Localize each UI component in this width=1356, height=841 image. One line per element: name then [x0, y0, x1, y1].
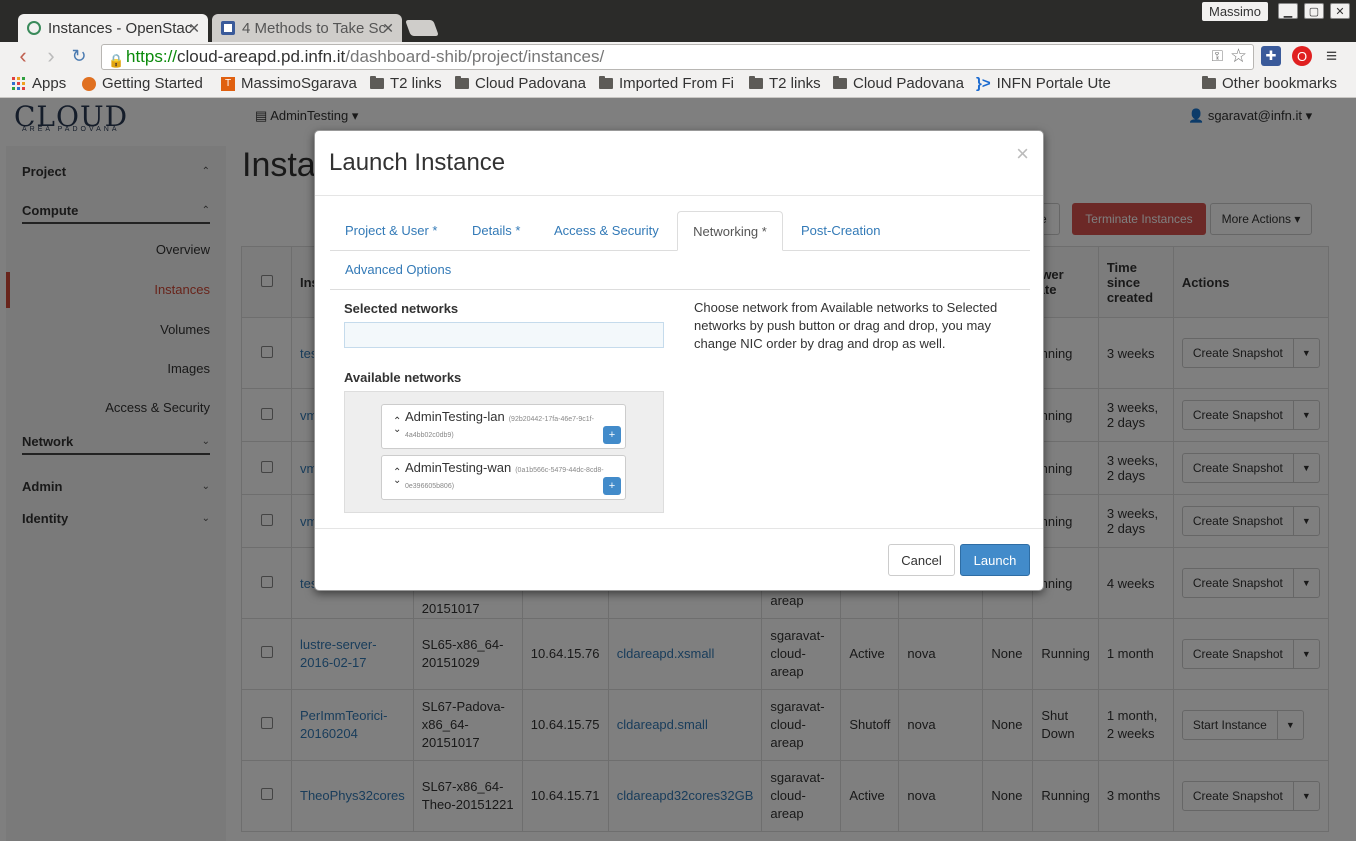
tab-title: Instances - OpenStac	[48, 19, 193, 37]
key-icon[interactable]: ⚿	[1212, 45, 1223, 69]
network-item-lan[interactable]: ⌃ ⌄ AdminTesting-lan (92b20442-17fa-46e7-9…	[381, 404, 626, 449]
drag-handle-icon[interactable]: ⌃ ⌄	[393, 417, 401, 435]
browser-toolbar: ‹ › ↻ 🔒 https://cloud-areapd.pd.infn.it/…	[0, 42, 1356, 72]
forward-arrow-icon[interactable]: ›	[40, 45, 62, 68]
address-bar[interactable]: 🔒 https://cloud-areapd.pd.infn.it/dashbo…	[101, 44, 1254, 70]
folder-icon	[749, 76, 763, 89]
bookmarks-bar: Apps Getting Started T MassimoSgarava T2…	[0, 72, 1356, 98]
available-networks-label: Available networks	[344, 370, 462, 385]
bookmark-folder-cloud-padovana-2[interactable]: Cloud Padovana	[833, 75, 964, 92]
cancel-button[interactable]: Cancel	[888, 544, 955, 576]
bookmark-folder-t2-links-2[interactable]: T2 links	[749, 75, 821, 92]
puzzle-extension-icon[interactable]: ✚	[1261, 46, 1281, 66]
minimize-button[interactable]: ▁	[1278, 3, 1298, 19]
close-tab-icon[interactable]: ✕	[188, 20, 200, 37]
reload-icon[interactable]: ↻	[68, 46, 90, 68]
selected-networks-label: Selected networks	[344, 301, 459, 316]
bookmark-massimo[interactable]: T MassimoSgarava	[221, 75, 357, 92]
divider	[315, 195, 1043, 196]
window-user-badge[interactable]: Massimo	[1202, 2, 1268, 21]
folder-icon	[833, 76, 847, 89]
maximize-button[interactable]: ▢	[1304, 3, 1324, 19]
menu-icon[interactable]: ≡	[1326, 46, 1337, 68]
apps-grid-icon	[12, 76, 25, 90]
tab-networking[interactable]: Networking *	[677, 211, 783, 251]
tab-project-user[interactable]: Project & User *	[345, 223, 437, 238]
bookmark-infn[interactable]: }> INFN Portale Ute	[976, 75, 1116, 92]
infn-icon: }>	[976, 75, 991, 92]
bookmark-other[interactable]: Other bookmarks	[1202, 75, 1337, 92]
close-icon[interactable]: ×	[1016, 141, 1029, 167]
lock-icon: 🔒	[108, 53, 125, 68]
divider	[330, 289, 1030, 290]
launch-instance-modal: Launch Instance × Project & User * Detai…	[314, 130, 1044, 591]
launch-button[interactable]: Launch	[960, 544, 1030, 576]
folder-icon	[370, 76, 384, 89]
tab-post-creation[interactable]: Post-Creation	[801, 223, 880, 238]
close-window-button[interactable]: ✕	[1330, 3, 1350, 19]
openstack-favicon-icon	[27, 21, 41, 35]
modal-title: Launch Instance	[329, 149, 506, 176]
back-arrow-icon[interactable]: ‹	[12, 45, 34, 68]
networking-help-text: Choose network from Available networks t…	[694, 300, 998, 351]
folder-icon	[455, 76, 469, 89]
folder-icon	[1202, 76, 1216, 89]
tab-title: 4 Methods to Take Sc	[242, 19, 386, 37]
bookmark-getting-started[interactable]: Getting Started	[82, 75, 203, 92]
tab-access-security[interactable]: Access & Security	[554, 223, 659, 238]
tab-details[interactable]: Details *	[472, 223, 520, 238]
bookmark-folder-imported[interactable]: Imported From Fi	[599, 75, 735, 92]
bookmark-folder-cloud-padovana[interactable]: Cloud Padovana	[455, 75, 586, 92]
bookmark-star-icon[interactable]: ☆	[1230, 45, 1247, 69]
tab-instances[interactable]: Instances - OpenStac ✕	[18, 14, 208, 42]
drag-handle-icon[interactable]: ⌃ ⌄	[393, 468, 401, 486]
url-path: /dashboard-shib/project/instances/	[345, 47, 605, 66]
tab-methods[interactable]: 4 Methods to Take Sc ✕	[212, 14, 402, 42]
bookmark-folder-t2-links[interactable]: T2 links	[370, 75, 442, 92]
available-networks-list: ⌃ ⌄ AdminTesting-lan (92b20442-17fa-46e7-9…	[344, 391, 664, 513]
network-item-wan[interactable]: ⌃ ⌄ AdminTesting-wan (0a1b566c-5479-44dc-8…	[381, 455, 626, 500]
firefox-icon	[82, 76, 96, 91]
divider	[315, 528, 1043, 529]
url-host: cloud-areapd.pd.infn.it	[177, 47, 346, 66]
opera-extension-icon[interactable]: O	[1292, 46, 1312, 66]
folder-icon	[599, 76, 613, 89]
tab-advanced-options[interactable]: Advanced Options	[345, 262, 451, 277]
url-scheme: https://	[126, 47, 178, 66]
close-tab-icon[interactable]: ✕	[382, 20, 394, 37]
selected-networks-dropzone[interactable]	[344, 322, 664, 348]
page-favicon-icon: T	[221, 76, 235, 91]
new-tab-button[interactable]	[405, 20, 439, 36]
add-network-button[interactable]: +	[603, 426, 621, 444]
browser-titlebar: Instances - OpenStac ✕ 4 Methods to Take…	[0, 0, 1356, 42]
add-network-button[interactable]: +	[603, 477, 621, 495]
site-favicon-icon	[221, 21, 235, 35]
bookmark-apps[interactable]: Apps	[12, 75, 66, 92]
